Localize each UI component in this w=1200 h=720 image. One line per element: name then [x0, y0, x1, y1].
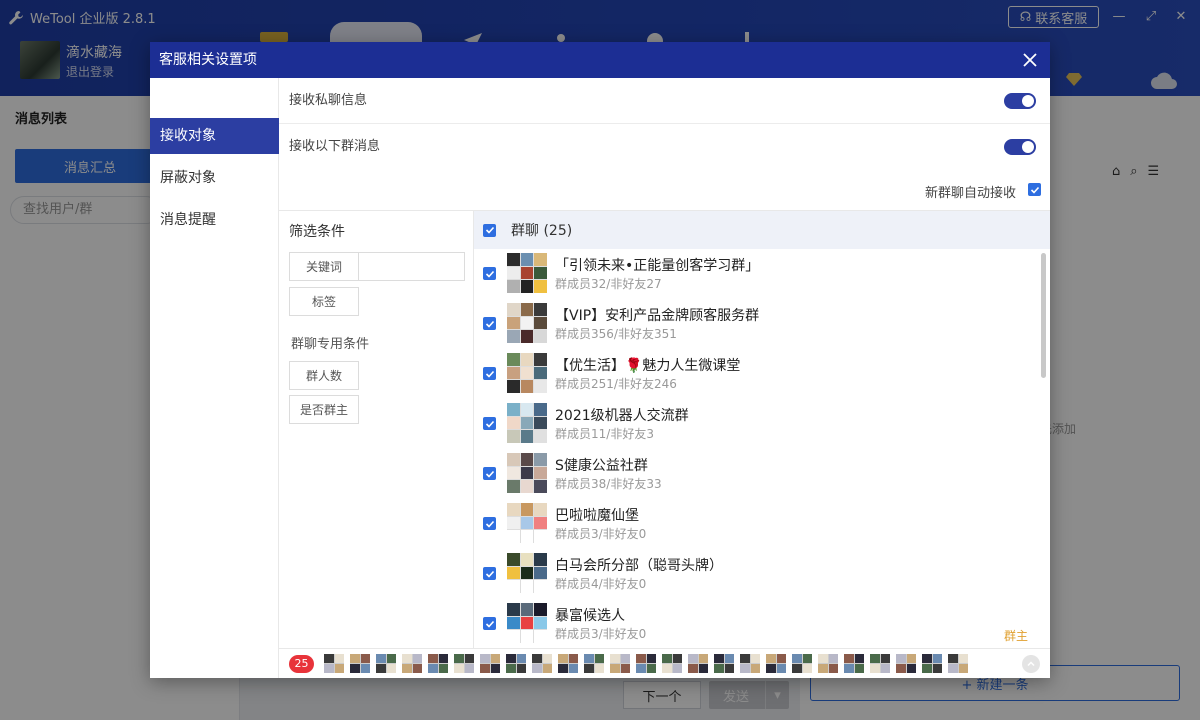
- selected-group-thumb[interactable]: [688, 654, 708, 673]
- group-condition-title: 群聊专用条件: [291, 337, 370, 352]
- keyword-filter-button[interactable]: 关键词: [289, 252, 359, 281]
- dialog-nav: 接收对象 屏蔽对象 消息提醒: [150, 78, 279, 678]
- group-checkbox[interactable]: [483, 517, 496, 530]
- group-msg-option: 接收以下群消息: [279, 124, 1050, 170]
- group-avatar: [507, 503, 547, 543]
- group-list: 群聊 (25) 「引领未来•正能量创客学习群」 群成员32/非好友27 【VIP】安…: [474, 210, 1050, 648]
- group-checkbox[interactable]: [483, 617, 496, 630]
- selected-group-thumb[interactable]: [870, 654, 890, 673]
- group-row[interactable]: 白马会所分部（聪哥头牌） 群成员4/非好友0: [474, 549, 1050, 599]
- nav-block-target[interactable]: 屏蔽对象: [150, 160, 279, 196]
- selected-group-thumb[interactable]: [896, 654, 916, 673]
- group-member-stats: 群成员4/非好友0: [555, 577, 647, 591]
- group-avatar: [507, 303, 547, 343]
- group-name: 巴啦啦魔仙堡: [555, 508, 639, 524]
- group-member-stats: 群成员251/非好友246: [555, 377, 677, 391]
- selected-group-thumb[interactable]: [714, 654, 734, 673]
- selected-group-thumb[interactable]: [740, 654, 760, 673]
- group-member-stats: 群成员356/非好友351: [555, 327, 677, 341]
- dialog-title: 客服相关设置项: [150, 42, 1050, 78]
- group-name: 暴富候选人: [555, 608, 625, 624]
- selected-group-thumb[interactable]: [324, 654, 344, 673]
- close-icon[interactable]: [1020, 50, 1040, 70]
- group-row[interactable]: 巴啦啦魔仙堡 群成员3/非好友0: [474, 499, 1050, 549]
- group-msg-toggle[interactable]: [1004, 139, 1036, 155]
- private-chat-toggle[interactable]: [1004, 93, 1036, 109]
- nav-receive-target[interactable]: 接收对象: [150, 118, 279, 154]
- selected-group-thumb[interactable]: [480, 654, 500, 673]
- scrollbar[interactable]: [1041, 253, 1046, 378]
- auto-receive-checkbox[interactable]: [1028, 183, 1041, 196]
- group-checkbox[interactable]: [483, 317, 496, 330]
- selected-group-thumb[interactable]: [454, 654, 474, 673]
- group-row[interactable]: 「引领未来•正能量创客学习群」 群成员32/非好友27: [474, 249, 1050, 299]
- tag-filter-button[interactable]: 标签: [289, 287, 359, 316]
- selected-strip: 25: [279, 648, 1050, 678]
- selected-group-thumb[interactable]: [558, 654, 578, 673]
- selected-group-thumb[interactable]: [376, 654, 396, 673]
- group-checkbox[interactable]: [483, 267, 496, 280]
- group-member-stats: 群成员32/非好友27: [555, 277, 662, 291]
- selected-group-thumb[interactable]: [948, 654, 968, 673]
- group-name: 【VIP】安利产品金牌顾客服务群: [555, 308, 760, 324]
- owner-badge: 群主: [1003, 629, 1028, 643]
- group-checkbox[interactable]: [483, 367, 496, 380]
- settings-dialog: 客服相关设置项 接收对象 屏蔽对象 消息提醒 接收私聊信息 接收以下群消息 新群…: [150, 42, 1050, 678]
- selected-group-thumb[interactable]: [766, 654, 786, 673]
- selected-group-thumb[interactable]: [818, 654, 838, 673]
- selected-group-thumb[interactable]: [584, 654, 604, 673]
- member-count-filter-button[interactable]: 群人数: [289, 361, 359, 390]
- private-chat-label: 接收私聊信息: [289, 93, 368, 108]
- selected-group-thumb[interactable]: [402, 654, 422, 673]
- filter-panel: 筛选条件 关键词 标签 群聊专用条件 群人数 是否群主: [279, 210, 474, 648]
- selected-group-thumb[interactable]: [532, 654, 552, 673]
- group-row[interactable]: 2021级机器人交流群 群成员11/非好友3: [474, 399, 1050, 449]
- group-name: 「引领未来•正能量创客学习群」: [555, 258, 760, 274]
- group-row[interactable]: 暴富候选人群成员3/非好友0 群主: [474, 599, 1050, 648]
- group-avatar: [507, 603, 547, 643]
- selected-group-thumb[interactable]: [922, 654, 942, 673]
- selected-group-thumb[interactable]: [350, 654, 370, 673]
- selected-group-thumb[interactable]: [428, 654, 448, 673]
- group-avatar: [507, 403, 547, 443]
- group-list-header: 群聊 (25): [474, 211, 1050, 249]
- group-row[interactable]: 【VIP】安利产品金牌顾客服务群 群成员356/非好友351: [474, 299, 1050, 349]
- group-count-label: 群聊 (25): [511, 223, 573, 239]
- group-name: 2021级机器人交流群: [555, 408, 689, 424]
- group-checkbox[interactable]: [483, 417, 496, 430]
- group-checkbox[interactable]: [483, 567, 496, 580]
- group-checkbox[interactable]: [483, 467, 496, 480]
- selected-group-thumb[interactable]: [506, 654, 526, 673]
- selected-group-thumb[interactable]: [662, 654, 682, 673]
- group-row[interactable]: 【优生活】🌹魅力人生微课堂 群成员251/非好友246: [474, 349, 1050, 399]
- group-member-stats: 群成员11/非好友3: [555, 427, 654, 441]
- keyword-input[interactable]: [359, 252, 465, 281]
- selected-group-thumb[interactable]: [792, 654, 812, 673]
- selected-count-badge: 25: [289, 654, 314, 673]
- selected-group-thumb[interactable]: [610, 654, 630, 673]
- group-name: S健康公益社群: [555, 458, 648, 474]
- private-chat-option: 接收私聊信息: [279, 78, 1050, 124]
- selected-group-thumb[interactable]: [844, 654, 864, 673]
- group-avatar: [507, 453, 547, 493]
- filter-title: 筛选条件: [289, 224, 345, 240]
- group-avatar: [507, 353, 547, 393]
- group-row[interactable]: S健康公益社群 群成员38/非好友33: [474, 449, 1050, 499]
- group-name: 【优生活】🌹魅力人生微课堂: [555, 358, 741, 374]
- group-avatar: [507, 253, 547, 293]
- group-msg-label: 接收以下群消息: [289, 139, 381, 154]
- group-member-stats: 群成员3/非好友0: [555, 527, 647, 541]
- group-member-stats: 群成员38/非好友33: [555, 477, 662, 491]
- group-avatar: [507, 553, 547, 593]
- chevron-up-icon[interactable]: [1022, 655, 1040, 673]
- auto-receive-label: 新群聊自动接收: [925, 186, 1017, 201]
- nav-message-reminder[interactable]: 消息提醒: [150, 202, 279, 238]
- group-name: 白马会所分部（聪哥头牌）: [555, 558, 723, 574]
- is-owner-filter-button[interactable]: 是否群主: [289, 395, 359, 424]
- select-all-checkbox[interactable]: [483, 223, 496, 237]
- group-member-stats: 群成员3/非好友0: [555, 627, 647, 641]
- selected-group-thumb[interactable]: [636, 654, 656, 673]
